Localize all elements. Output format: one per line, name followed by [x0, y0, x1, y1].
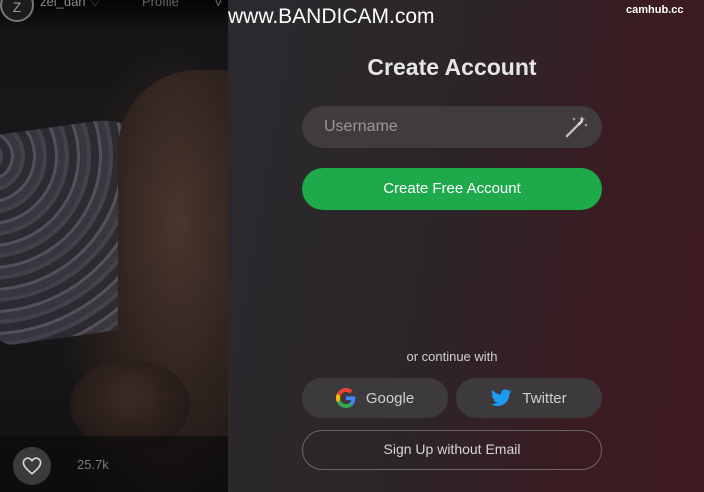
camhub-watermark: camhub.cc — [626, 4, 684, 16]
twitter-label: Twitter — [522, 389, 567, 407]
video-top-bar — [0, 0, 228, 34]
magic-wand-icon[interactable] — [563, 114, 589, 140]
username-input[interactable] — [302, 106, 602, 148]
page-title: Create Account — [367, 54, 537, 80]
create-free-account-button[interactable]: Create Free Account — [302, 168, 602, 210]
like-button[interactable] — [13, 447, 51, 485]
or-continue-label: or continue with — [406, 349, 498, 364]
google-signup-button[interactable]: Google — [302, 378, 448, 418]
video-feed: Z zel_dan ♡ Profile V 25.7k — [0, 0, 228, 492]
like-count: 25.7k — [77, 457, 109, 472]
bandicam-watermark: www.BANDICAM.com — [228, 5, 435, 28]
twitter-icon — [491, 389, 513, 407]
google-label: Google — [365, 389, 415, 407]
signup-without-email-button[interactable]: Sign Up without Email — [302, 430, 602, 470]
twitter-signup-button[interactable]: Twitter — [456, 378, 602, 418]
tab-profile[interactable]: Profile — [142, 0, 179, 9]
heart-icon — [22, 457, 42, 475]
username-link[interactable]: zel_dan ♡ — [40, 0, 101, 10]
tab-more[interactable]: V — [214, 0, 223, 9]
google-icon — [335, 388, 356, 408]
